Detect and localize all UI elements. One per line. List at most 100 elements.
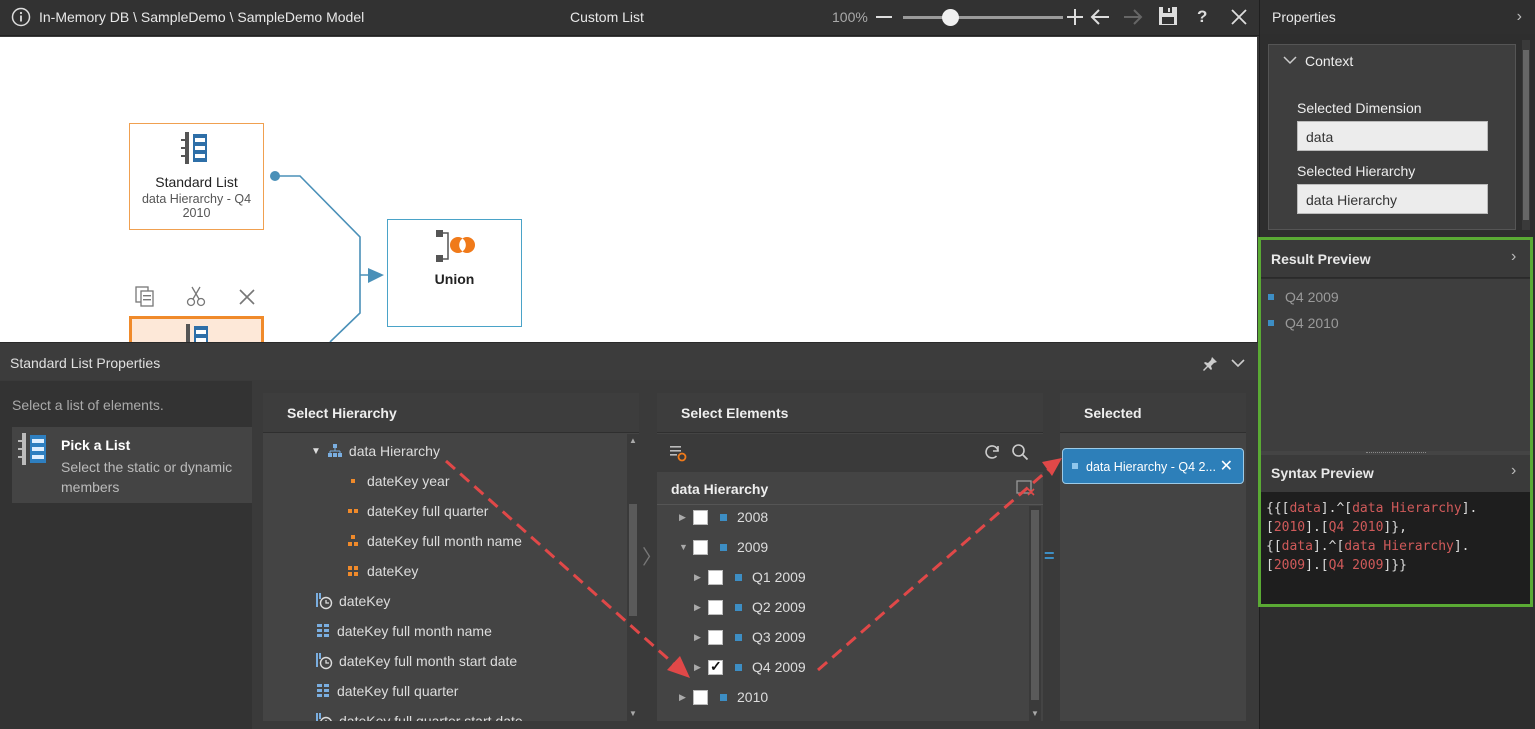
attribute-grid-icon [315, 623, 331, 639]
refresh-icon[interactable] [983, 443, 1001, 461]
select-hierarchy-panel: Select Hierarchy ▼ data Hierarchy dateKey … [263, 393, 639, 721]
member-square-icon [1072, 463, 1078, 469]
tree-item-label: dateKey [367, 563, 419, 579]
expand-triangle-icon[interactable]: ▼ [679, 542, 693, 552]
element-tree-item[interactable]: ▶ Q2 2009 [694, 592, 806, 622]
redo-arrow-icon[interactable] [1122, 7, 1144, 27]
copy-icon[interactable] [134, 285, 156, 307]
hierarchy-tree-item[interactable]: dateKey full month name [345, 526, 522, 556]
expand-chevron-icon[interactable]: › [1517, 8, 1522, 26]
hierarchy-name: data Hierarchy [671, 481, 769, 497]
zoom-level: 100% [832, 9, 868, 25]
collapse-chevron-icon[interactable] [1283, 54, 1297, 66]
element-tree-item[interactable]: ▼ 2009 [679, 532, 768, 562]
hierarchy-tree-item[interactable]: dateKey [345, 556, 418, 586]
highlight-frame [1258, 237, 1533, 607]
hierarchy-tree-item[interactable]: dateKey full quarter start date [315, 706, 523, 721]
scroll-down-icon[interactable]: ▼ [629, 709, 637, 718]
date-clock-icon [315, 652, 333, 670]
panel-header: Select Hierarchy [263, 393, 639, 433]
element-tree-item[interactable]: ▶ Q4 2009 [694, 652, 806, 682]
expand-triangle-icon[interactable]: ▶ [694, 602, 708, 613]
remove-chip-icon[interactable]: ✕ [1220, 456, 1233, 476]
expand-triangle-icon[interactable]: ▼ [311, 446, 321, 457]
selected-panel: Selected data Hierarchy - Q4 2... ✕ [1060, 393, 1246, 721]
element-checkbox[interactable] [708, 569, 723, 585]
delete-icon[interactable] [238, 288, 256, 306]
zoom-in-icon[interactable] [1065, 7, 1085, 27]
hierarchy-tree[interactable]: ▼ data Hierarchy dateKey year dateKey full … [263, 434, 627, 721]
element-tree-item[interactable]: ▶ 2008 [679, 506, 768, 532]
zoom-slider[interactable] [903, 16, 1063, 19]
filter-settings-icon[interactable] [669, 444, 687, 462]
element-tree-item[interactable]: ▶ 2010 [679, 682, 768, 712]
element-checkbox[interactable] [708, 599, 723, 615]
info-icon[interactable] [11, 7, 31, 27]
expand-triangle-icon[interactable]: ▶ [679, 692, 693, 703]
element-tree-item[interactable]: ▶ Q1 2009 [694, 562, 806, 592]
help-icon[interactable]: ? [1197, 7, 1207, 27]
node-title: Standard List [155, 174, 238, 190]
element-tree-item[interactable]: ▶ Q3 2009 [694, 622, 806, 652]
union-node[interactable]: Union [387, 219, 522, 327]
hierarchy-label: Selected Hierarchy [1297, 163, 1416, 179]
chip-label: data Hierarchy - Q4 2... [1086, 460, 1216, 474]
hierarchy-tree-item[interactable]: dateKey full month name [315, 616, 492, 646]
properties-header: Properties › [1260, 0, 1535, 34]
select-elements-panel: Select Elements data Hierarchy ▶ 2008 ▼ 200… [657, 393, 1043, 721]
element-checkbox[interactable] [693, 539, 708, 555]
expand-triangle-icon[interactable]: ▶ [694, 632, 708, 643]
hierarchy-tree-item[interactable]: dateKey full month start date [315, 646, 517, 676]
hierarchy-scrollbar[interactable]: ▲ ▼ [627, 434, 639, 721]
scroll-thumb[interactable] [1523, 50, 1529, 220]
standard-list-node[interactable]: Standard List data Hierarchy - Q4 2010 [129, 123, 264, 230]
pick-list-icon [16, 431, 50, 467]
member-square-icon [735, 633, 742, 641]
element-label: Q2 2009 [752, 599, 806, 615]
element-label: 2008 [737, 509, 769, 525]
option-description: Select the static or dynamic members [61, 459, 233, 495]
scroll-up-icon[interactable]: ▲ [629, 436, 637, 445]
hierarchy-tree-item[interactable]: dateKey full quarter [345, 496, 488, 526]
model-canvas[interactable]: Standard List data Hierarchy - Q4 2010 U… [0, 37, 1257, 346]
hierarchy-tree-item[interactable]: dateKey full quarter [315, 676, 458, 706]
element-checkbox[interactable] [708, 629, 723, 645]
elements-scrollbar[interactable]: ▼ [1029, 506, 1041, 721]
zoom-out-icon[interactable] [874, 7, 894, 27]
cut-icon[interactable] [185, 285, 207, 307]
hierarchy-field[interactable]: data Hierarchy [1297, 184, 1488, 214]
pick-a-list-option[interactable]: Pick a List Select the static or dynamic… [12, 427, 252, 503]
close-icon[interactable] [1230, 8, 1248, 26]
elements-tree[interactable]: ▶ 2008 ▼ 2009 ▶ Q1 2009 ▶ Q2 2009 ▶ Q3 2009 ▶ Q4 20… [657, 506, 1027, 721]
zoom-slider-thumb[interactable] [942, 9, 959, 26]
panel-header: Select Elements [657, 393, 1043, 433]
list-node-icon [179, 130, 213, 166]
member-square-icon [720, 543, 727, 551]
equals-icon: = [1044, 546, 1055, 566]
save-icon[interactable] [1158, 6, 1178, 26]
clear-selection-icon[interactable] [1016, 480, 1036, 498]
pin-icon[interactable] [1203, 355, 1219, 371]
breadcrumb: In-Memory DB \ SampleDemo \ SampleDemo M… [39, 9, 365, 25]
dimension-field[interactable]: data [1297, 121, 1488, 151]
expand-triangle-icon[interactable]: ▶ [694, 572, 708, 583]
hierarchy-tree-item[interactable]: ▼ data Hierarchy [311, 436, 440, 466]
scroll-thumb[interactable] [1031, 510, 1039, 700]
hierarchy-tree-item[interactable]: dateKey year [345, 466, 450, 496]
properties-scrollbar[interactable] [1522, 40, 1530, 230]
element-label: 2009 [737, 539, 769, 555]
collapse-chevron-icon[interactable] [1230, 357, 1246, 369]
scroll-thumb[interactable] [629, 504, 637, 616]
element-checkbox[interactable] [708, 658, 723, 675]
level-4-icon [345, 563, 361, 579]
search-icon[interactable] [1011, 443, 1029, 461]
selected-element-chip[interactable]: data Hierarchy - Q4 2... ✕ [1062, 448, 1244, 484]
element-checkbox[interactable] [693, 689, 708, 705]
attribute-grid-icon [315, 683, 331, 699]
scroll-down-icon[interactable]: ▼ [1031, 709, 1039, 718]
hierarchy-tree-item[interactable]: dateKey [315, 586, 390, 616]
expand-triangle-icon[interactable]: ▶ [694, 662, 708, 673]
expand-triangle-icon[interactable]: ▶ [679, 512, 693, 523]
element-checkbox[interactable] [693, 509, 708, 525]
undo-arrow-icon[interactable] [1089, 7, 1111, 27]
